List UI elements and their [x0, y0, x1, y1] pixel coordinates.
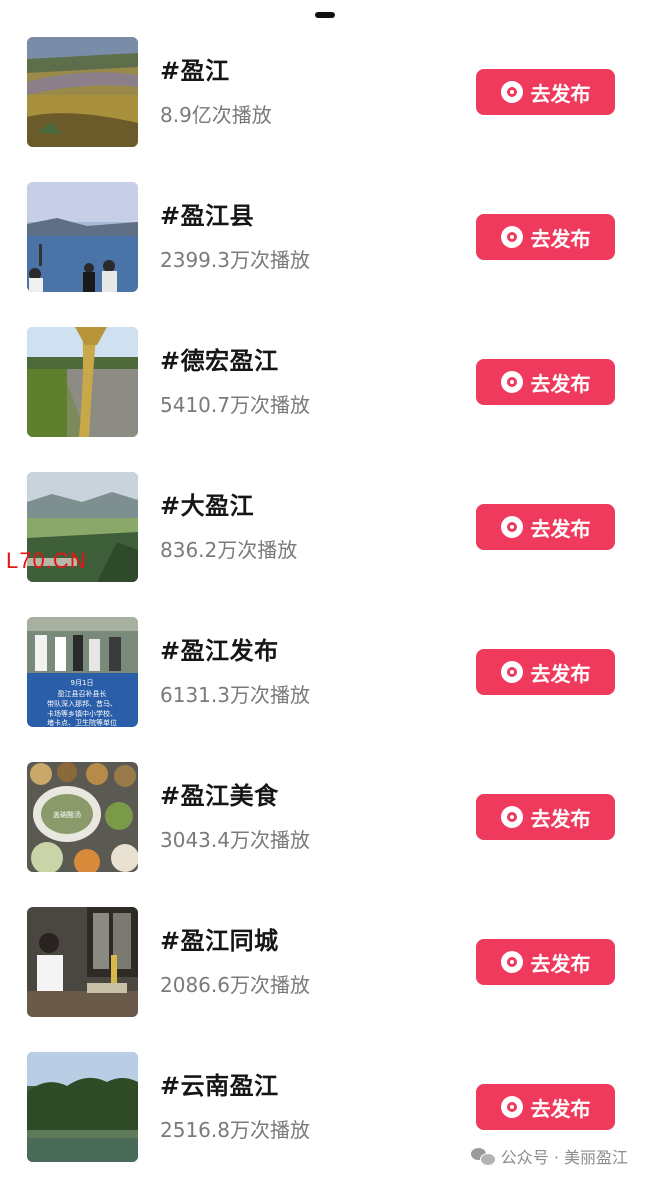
camera-icon	[500, 371, 523, 393]
wechat-account-watermark: 公众号 · 美丽盈江	[470, 1144, 628, 1168]
play-count: 2399.3万次播放	[160, 248, 310, 272]
play-count: 5410.7万次播放	[160, 393, 310, 417]
publish-button[interactable]: 去发布	[476, 939, 615, 985]
account-name: 公众号 · 美丽盈江	[500, 1148, 628, 1167]
publish-button-label: 去发布	[530, 516, 591, 541]
topic-title: #盈江美食	[160, 782, 279, 810]
publish-button-label: 去发布	[530, 81, 591, 106]
publish-button[interactable]: 去发布	[476, 794, 615, 840]
thumb-caption: 卡场等乡镇中小学校、	[47, 709, 117, 718]
list-item[interactable]: #大盈江 836.2万次播放 去发布	[0, 472, 650, 617]
topic-title: #盈江县	[160, 202, 255, 230]
publish-button[interactable]: 去发布	[476, 504, 615, 550]
thumb-caption: 堵卡点、卫生院等单位	[47, 718, 117, 727]
thumb-food-label: 盖碗酸汤	[53, 810, 81, 819]
list-item[interactable]: #德宏盈江 5410.7万次播放 去发布	[0, 327, 650, 472]
topic-thumbnail	[27, 1052, 138, 1162]
publish-button-label: 去发布	[530, 226, 591, 251]
topic-title: #盈江发布	[160, 637, 279, 665]
publish-button-label: 去发布	[530, 661, 591, 686]
list-item[interactable]: #云南盈江 2516.8万次播放 去发布	[0, 1052, 650, 1197]
camera-icon	[500, 806, 523, 828]
topic-title: #盈江同城	[160, 927, 279, 955]
play-count: 2086.6万次播放	[160, 973, 310, 997]
topic-thumbnail	[27, 327, 138, 437]
publish-button-label: 去发布	[530, 806, 591, 831]
topic-title: #盈江	[160, 57, 230, 85]
topic-thumbnail: 盖碗酸汤	[27, 762, 138, 872]
play-count: 3043.4万次播放	[160, 828, 310, 852]
publish-button[interactable]: 去发布	[476, 69, 615, 115]
camera-icon	[500, 1096, 523, 1118]
thumb-date: 9月1日	[71, 679, 94, 687]
camera-icon	[500, 951, 523, 973]
list-item[interactable]: #盈江同城 2086.6万次播放 去发布	[0, 907, 650, 1052]
publish-button[interactable]: 去发布	[476, 649, 615, 695]
camera-icon	[500, 661, 523, 683]
topic-title: #大盈江	[160, 492, 255, 520]
topic-thumbnail	[27, 37, 138, 147]
play-count: 2516.8万次播放	[160, 1118, 310, 1142]
publish-button[interactable]: 去发布	[476, 1084, 615, 1130]
play-count: 8.9亿次播放	[160, 103, 272, 127]
topic-thumbnail	[27, 907, 138, 1017]
thumb-caption: 盈江县召补县长	[58, 689, 107, 698]
list-item[interactable]: #盈江县 2399.3万次播放 去发布	[0, 182, 650, 327]
camera-icon	[500, 81, 523, 103]
publish-button-label: 去发布	[530, 371, 591, 396]
publish-button[interactable]: 去发布	[476, 359, 615, 405]
topic-thumbnail: 9月1日 盈江县召补县长 带队深入那邦、昔马、 卡场等乡镇中小学校、 堵卡点、卫…	[27, 617, 138, 727]
topic-title: #德宏盈江	[160, 347, 279, 375]
list-item[interactable]: 盖碗酸汤 #盈江美食 3043.4万次播放 去发布	[0, 762, 650, 907]
camera-icon	[500, 226, 523, 248]
drag-handle[interactable]	[315, 12, 335, 18]
list-item[interactable]: 9月1日 盈江县召补县长 带队深入那邦、昔马、 卡场等乡镇中小学校、 堵卡点、卫…	[0, 617, 650, 762]
thumb-caption: 带队深入那邦、昔马、	[47, 699, 117, 708]
wechat-icon	[470, 1146, 496, 1166]
topic-title: #云南盈江	[160, 1072, 279, 1100]
publish-button-label: 去发布	[530, 1096, 591, 1121]
camera-icon	[500, 516, 523, 538]
publish-button[interactable]: 去发布	[476, 214, 615, 260]
topic-thumbnail	[27, 182, 138, 292]
list-item[interactable]: #盈江 8.9亿次播放 去发布	[0, 37, 650, 182]
play-count: 836.2万次播放	[160, 538, 298, 562]
publish-button-label: 去发布	[530, 951, 591, 976]
play-count: 6131.3万次播放	[160, 683, 310, 707]
site-watermark: L70.CN	[6, 548, 87, 573]
